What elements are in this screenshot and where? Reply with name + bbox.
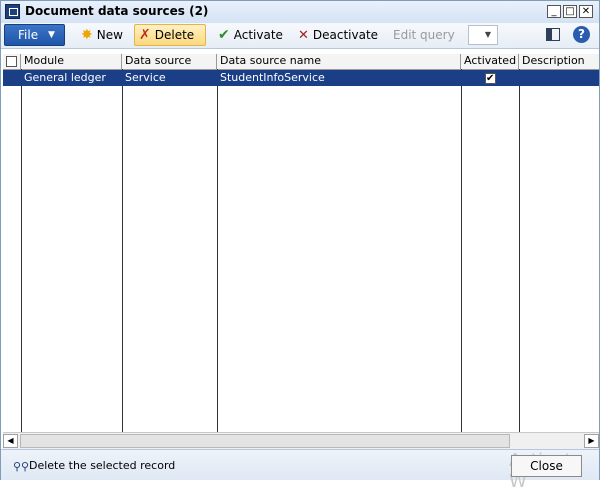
activate-button-label: Activate <box>233 28 283 42</box>
title-bar: Document data sources (2) _ □ ✕ <box>1 1 599 24</box>
chevron-down-icon: ▼ <box>484 30 491 39</box>
column-header-description[interactable]: Description <box>519 54 599 69</box>
column-divider <box>519 69 520 432</box>
binoculars-icon: ⚲⚲ <box>13 460 30 473</box>
file-menu-button[interactable]: File ▼ <box>4 24 65 46</box>
column-divider <box>461 69 462 432</box>
dropdown-button[interactable]: ▼ <box>468 25 498 45</box>
column-divider <box>21 69 22 432</box>
deactivate-button[interactable]: ✕ Deactivate <box>294 24 382 46</box>
table-row[interactable]: General ledger Service StudentInfoServic… <box>3 70 599 86</box>
action-pane: File ▼ ✸ New ✗ Delete ✔ Activate ✕ Deact… <box>1 23 599 49</box>
help-icon[interactable]: ? <box>573 26 590 43</box>
cell-description[interactable] <box>519 70 599 86</box>
column-header-data-source-type[interactable]: Data source type <box>122 54 217 81</box>
column-header-activated[interactable]: Activated <box>461 54 519 69</box>
file-menu-label: File <box>18 28 39 42</box>
status-message: Delete the selected record <box>29 459 176 472</box>
new-button-label: New <box>96 28 123 42</box>
grid-header: Module Data source type Data source name… <box>3 54 599 81</box>
select-all-checkbox[interactable] <box>6 56 17 67</box>
cell-activated[interactable] <box>461 70 519 86</box>
maximize-button[interactable]: □ <box>563 5 577 18</box>
column-header-data-source-name[interactable]: Data source name <box>217 54 461 69</box>
cell-data-source-name[interactable]: StudentInfoService <box>217 70 461 86</box>
activate-button[interactable]: ✔ Activate <box>214 24 287 46</box>
column-header-module[interactable]: Module <box>21 54 122 69</box>
status-bar: ⚲⚲ Delete the selected record Activate W… <box>1 449 599 492</box>
new-button[interactable]: ✸ New <box>77 24 127 46</box>
app-icon <box>5 4 20 19</box>
minimize-button[interactable]: _ <box>547 5 561 18</box>
delete-button[interactable]: ✗ Delete <box>134 24 206 46</box>
deactivate-x-icon: ✕ <box>298 27 309 43</box>
horizontal-scrollbar[interactable]: ◀ ▶ <box>3 432 599 449</box>
scroll-right-button[interactable]: ▶ <box>584 434 599 448</box>
close-window-button[interactable]: ✕ <box>579 5 593 18</box>
data-grid: Module Data source type Data source name… <box>3 54 599 432</box>
cell-data-source-type[interactable]: Service <box>122 70 217 86</box>
close-button[interactable]: Close <box>511 455 582 477</box>
sparkle-icon: ✸ <box>81 27 93 43</box>
column-divider <box>122 69 123 432</box>
deactivate-button-label: Deactivate <box>312 28 379 42</box>
delete-x-icon: ✗ <box>139 27 151 43</box>
select-all-cell <box>3 54 21 69</box>
scrollbar-thumb[interactable] <box>20 434 510 448</box>
chevron-down-icon: ▼ <box>48 30 55 40</box>
dialog-window: Document data sources (2) _ □ ✕ File ▼ ✸… <box>0 0 600 492</box>
scroll-left-button[interactable]: ◀ <box>3 434 18 448</box>
checkmark-icon: ✔ <box>218 27 230 43</box>
column-divider <box>217 69 218 432</box>
activated-checkbox[interactable] <box>485 71 496 86</box>
edit-query-button[interactable]: Edit query <box>389 24 459 46</box>
cell-module[interactable]: General ledger <box>21 70 122 86</box>
layout-toggle-icon[interactable] <box>546 28 560 41</box>
window-title: Document data sources (2) <box>25 4 209 18</box>
delete-button-label: Delete <box>154 28 195 42</box>
